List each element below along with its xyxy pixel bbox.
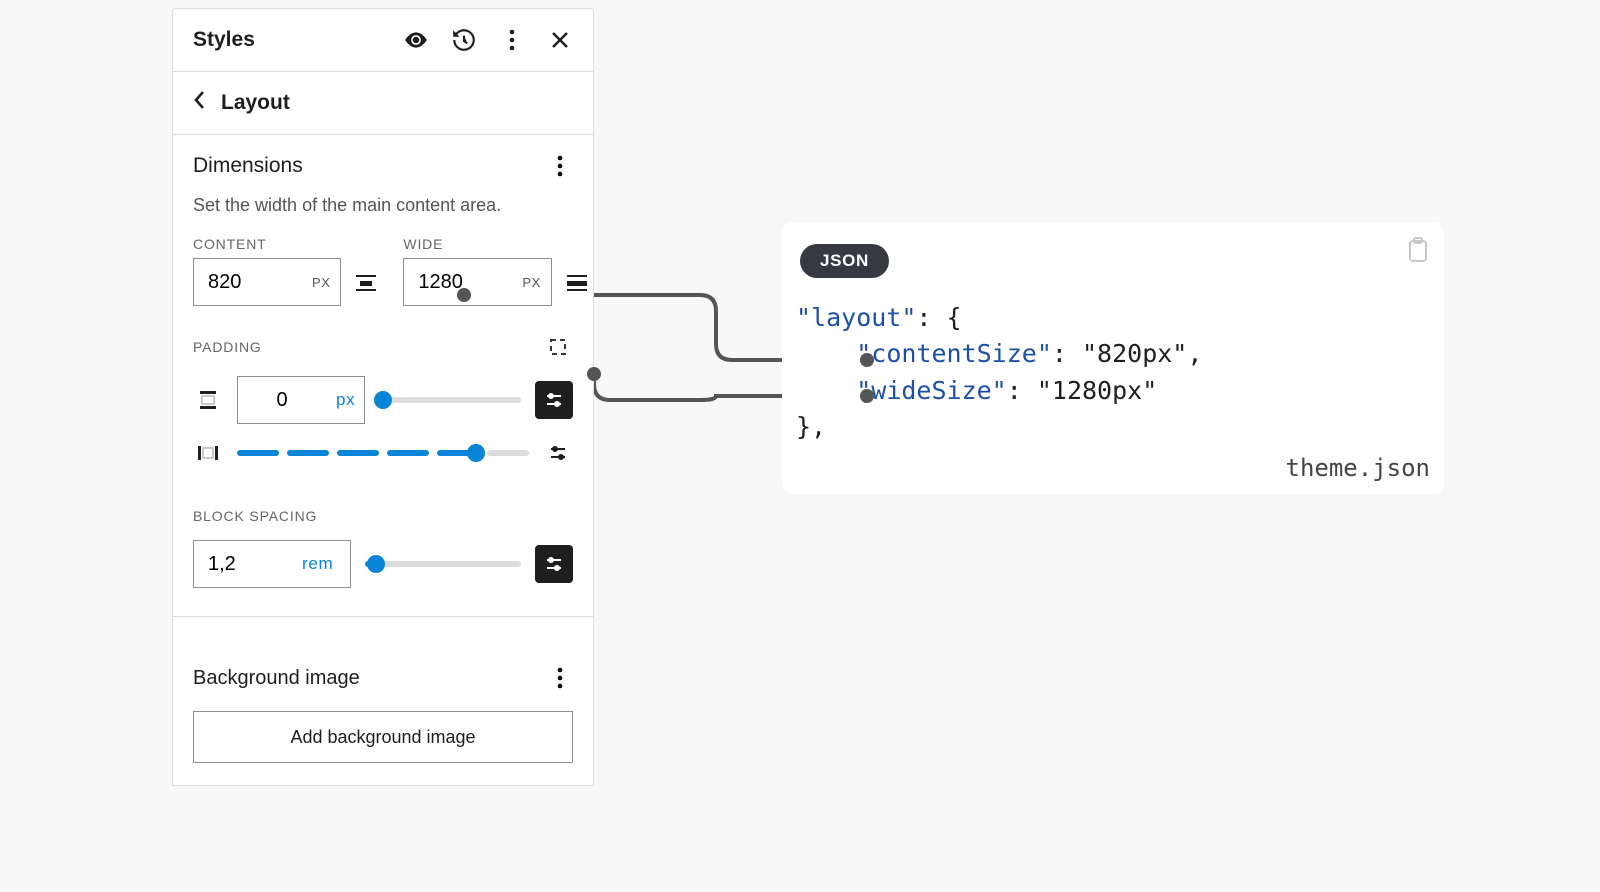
contentsize-anchor-dot [860,353,874,367]
wide-align-icon[interactable] [562,267,592,297]
eye-icon[interactable] [403,27,429,53]
padding-input[interactable] [238,378,326,422]
background-image-kebab-icon[interactable] [547,665,573,691]
wide-field: WIDE PX [403,236,591,306]
chevron-left-icon [193,89,207,117]
panel-title: Styles [193,28,255,52]
padding-settings-button[interactable] [535,381,573,419]
add-background-image-label: Add background image [290,727,475,748]
dimensions-help: Set the width of the main content area. [193,195,573,216]
clipboard-icon[interactable] [1406,236,1430,270]
wide-label: WIDE [403,236,591,252]
padding-unit[interactable]: px [326,390,365,410]
dimensions-title: Dimensions [193,154,303,178]
padding-side-icon[interactable] [193,385,223,415]
divider [173,616,593,617]
padding-link-icon[interactable] [543,332,573,362]
padding-slider[interactable] [379,397,521,403]
padding-step-slider[interactable] [237,448,529,458]
padding-label: PADDING [193,339,262,355]
padding-horizontal-icon[interactable] [193,438,223,468]
json-badge: JSON [800,244,889,278]
content-anchor-dot [457,288,471,302]
wide-unit[interactable]: PX [512,275,550,290]
block-spacing-group: BLOCK SPACING rem [193,508,573,588]
background-image-section: Background image Add background image [173,643,593,785]
widesize-anchor-dot [860,389,874,403]
content-unit[interactable]: PX [302,275,340,290]
block-spacing-input[interactable] [194,542,292,586]
dimensions-section: Dimensions Set the width of the main con… [173,135,593,643]
content-label: CONTENT [193,236,381,252]
content-input[interactable] [194,260,302,304]
block-spacing-unit[interactable]: rem [292,554,343,574]
padding-group: PADDING px [193,332,573,468]
content-field: CONTENT PX [193,236,381,306]
code-block: "layout": { "contentSize": "820px", "wid… [796,300,1202,445]
block-spacing-slider[interactable] [365,561,521,567]
back-label: Layout [221,91,290,115]
kebab-icon[interactable] [499,27,525,53]
content-align-icon[interactable] [351,267,381,297]
wide-anchor-dot [587,367,601,381]
styles-panel: Styles Layout [172,8,594,786]
block-spacing-label: BLOCK SPACING [193,508,317,524]
background-image-title: Background image [193,667,360,690]
back-row[interactable]: Layout [173,72,593,135]
panel-header: Styles [173,9,593,72]
close-icon[interactable] [547,27,573,53]
code-filename: theme.json [1286,454,1431,482]
add-background-image-button[interactable]: Add background image [193,711,573,763]
padding-step-settings-icon[interactable] [543,438,573,468]
block-spacing-settings-button[interactable] [535,545,573,583]
code-card: JSON "layout": { "contentSize": "820px",… [782,222,1444,494]
history-icon[interactable] [451,27,477,53]
dimensions-kebab-icon[interactable] [547,153,573,179]
